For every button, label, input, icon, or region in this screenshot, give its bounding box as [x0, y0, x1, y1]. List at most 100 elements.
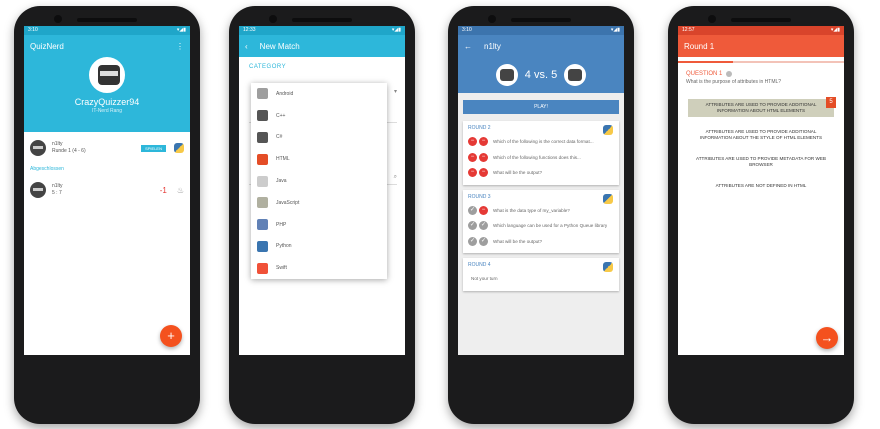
round-card: ROUND 2− − Which of the following is the c… — [463, 121, 619, 185]
answer-option[interactable]: ATTRIBUTES ARE USED TO PROVIDE ADDITIONA… — [688, 126, 834, 144]
play-badge[interactable]: SPIELEN — [141, 144, 166, 152]
speaker — [292, 18, 352, 22]
phone-match: 3:10 ▾◢▮ ← n1lty 4 vs. 5 PLAY! ROUND 2− − W… — [448, 6, 634, 424]
question-row[interactable]: − − Which of the following functions does … — [468, 150, 614, 166]
question-text: Which of the following is the correct da… — [493, 139, 594, 145]
wrong-icon: − — [468, 137, 477, 147]
wrong-icon: − — [479, 137, 488, 147]
question-text: Not your turn — [471, 276, 498, 282]
correct-icon: ✓ — [468, 236, 477, 246]
category-item[interactable]: C++ — [251, 105, 387, 127]
answer-option[interactable]: ATTRIBUTES ARE USED TO PROVIDE METADATA … — [688, 153, 834, 171]
wrong-icon: − — [479, 152, 488, 162]
question-header: QUESTION 1 — [678, 63, 844, 79]
category-label: JavaScript — [276, 199, 300, 206]
opponent-avatar — [30, 182, 46, 198]
category-label: HTML — [276, 156, 290, 163]
username: CrazyQuizzer94 — [74, 97, 140, 107]
python-icon — [257, 240, 268, 252]
status-time: 12:57 — [682, 27, 695, 33]
app-bar: ← n1lty — [458, 35, 624, 57]
category-label: C++ — [276, 112, 286, 119]
search-icon[interactable]: ⌕ — [394, 174, 397, 181]
category-item[interactable]: Java — [251, 170, 387, 192]
status-time: 12:33 — [243, 27, 256, 33]
html5-icon: 5 — [826, 97, 836, 108]
section-finished: Abgeschlossen — [30, 166, 64, 172]
php-icon — [257, 219, 268, 231]
category-item[interactable]: Android — [251, 83, 387, 105]
wrong-icon: − — [479, 205, 488, 215]
versus-header: 4 vs. 5 — [458, 57, 624, 93]
question-text: What will be the output? — [493, 170, 543, 176]
answer-option[interactable]: ATTRIBUTES ARE USED TO PROVIDE ADDITIONA… — [688, 99, 834, 117]
next-fab[interactable]: → — [816, 327, 838, 349]
question-text: What will be the output? — [493, 238, 543, 244]
category-item[interactable]: PHP — [251, 214, 387, 236]
round-title: Round 1 — [684, 41, 715, 51]
round-card: ROUND 4 Not your turn — [463, 258, 619, 291]
correct-icon: ✓ — [468, 221, 477, 231]
category-label: Python — [276, 243, 292, 250]
python-icon — [174, 143, 184, 153]
opponent-name: n1lty — [52, 183, 63, 189]
round-title: ROUND 3 — [468, 193, 491, 200]
java-icon: ♨ — [176, 185, 184, 195]
python-icon — [603, 262, 613, 272]
html5-icon — [257, 153, 268, 165]
category-item[interactable]: Swift — [251, 257, 387, 279]
speaker — [511, 18, 571, 22]
question-text: Which of the following functions does th… — [493, 154, 581, 160]
category-label: Java — [276, 178, 287, 185]
dropdown-arrow-icon[interactable]: ▾ — [394, 88, 397, 95]
status-bar: 12:57 ▾◢▮ — [678, 26, 844, 35]
phone-round: 12:57 ▾◢▮ Round 1 QUESTION 1 5 What is th… — [668, 6, 854, 424]
back-arrow-icon[interactable]: ‹ — [245, 42, 248, 51]
match-row[interactable]: n1lty Runde 1 (4 - 6) SPIELEN — [24, 132, 190, 164]
new-match-fab[interactable]: + — [160, 325, 182, 347]
status-icons: ▾◢▮ — [830, 27, 840, 33]
info-icon[interactable] — [726, 71, 733, 77]
more-vert-icon[interactable]: ⋮ — [176, 42, 184, 51]
question-row[interactable]: − − What will be the output? — [468, 165, 614, 181]
answer-option[interactable]: ATTRIBUTES ARE NOT DEFINED IN HTML — [688, 180, 834, 192]
progress-fill — [678, 61, 733, 63]
back-arrow-icon[interactable]: ← — [464, 42, 472, 51]
opponent-name: n1lty — [52, 141, 63, 147]
app-title: New Match — [259, 41, 300, 51]
question-row[interactable]: − − Which of the following is the correct … — [468, 134, 614, 150]
user-rank: IT-Nerd Rang — [91, 108, 122, 114]
category-label: Android — [276, 90, 294, 97]
finished-match-row[interactable]: n1lty 5 : 7 -1 ♨ — [24, 174, 190, 206]
phone-home: 3:10 ▾◢▮ QuizNerd ⋮ CrazyQuizzer94 IT-Ner… — [14, 6, 200, 424]
cpp-icon — [257, 110, 268, 122]
status-time: 3:10 — [28, 27, 38, 33]
javascript-icon — [257, 197, 268, 209]
status-bar: 3:10 ▾◢▮ — [458, 26, 624, 35]
category-item[interactable]: C# — [251, 127, 387, 149]
match-detail: Runde 1 (4 - 6) — [52, 148, 86, 154]
category-item[interactable]: JavaScript — [251, 192, 387, 214]
match-detail: 5 : 7 — [52, 190, 62, 196]
camera — [488, 15, 496, 23]
avatar[interactable] — [89, 57, 125, 93]
app-title: QuizNerd — [30, 41, 64, 51]
category-item[interactable]: HTML — [251, 148, 387, 170]
camera — [708, 15, 716, 23]
question-row[interactable]: Not your turn — [468, 271, 614, 287]
round-title: ROUND 2 — [468, 125, 491, 131]
question-row[interactable]: ✓ ✓ Which language can be used for a Pytho… — [468, 218, 614, 234]
category-item[interactable]: Python — [251, 236, 387, 258]
round-title: ROUND 4 — [468, 262, 491, 268]
question-row[interactable]: ✓ ✓ What will be the output? — [468, 234, 614, 250]
round-card: ROUND 3 ✓ − What is the data type of my_var… — [463, 189, 619, 253]
correct-icon: ✓ — [479, 236, 488, 246]
play-button[interactable]: PLAY! — [463, 100, 619, 114]
question-text: Which language can be used for a Python … — [493, 223, 608, 229]
question-row[interactable]: ✓ − What is the data type of my_variable? — [468, 203, 614, 219]
correct-icon: ✓ — [479, 221, 488, 231]
wrong-icon: − — [479, 168, 488, 178]
java-icon — [257, 175, 268, 187]
answers-list: ATTRIBUTES ARE USED TO PROVIDE ADDITIONA… — [678, 99, 844, 192]
opponent-avatar — [30, 140, 46, 156]
